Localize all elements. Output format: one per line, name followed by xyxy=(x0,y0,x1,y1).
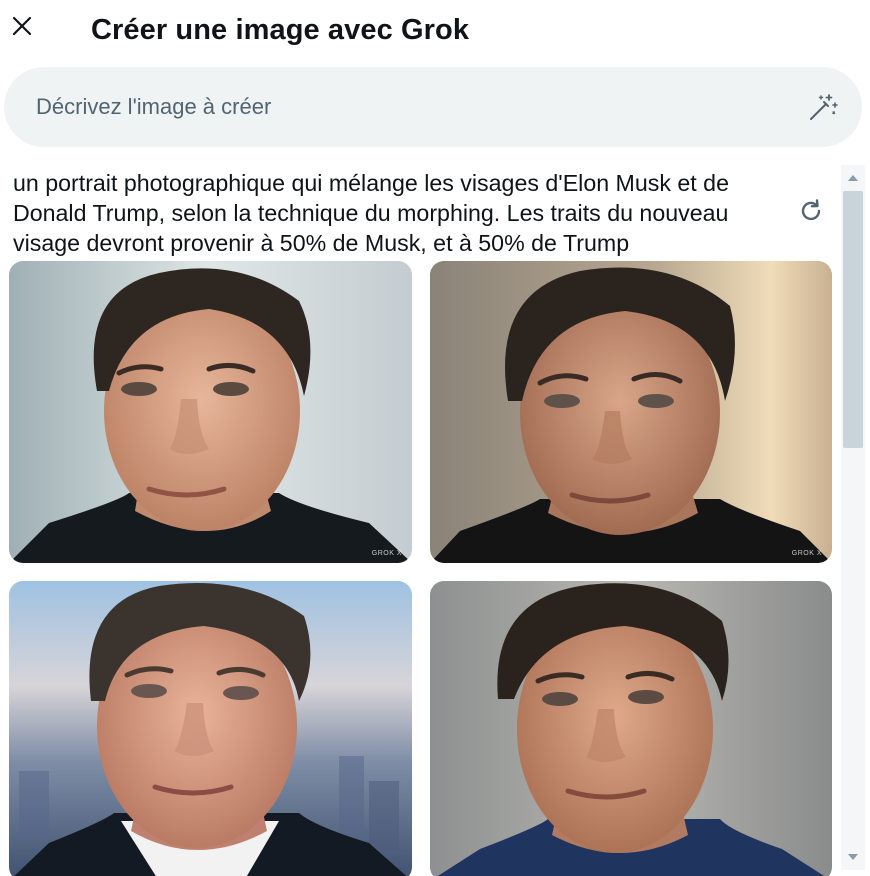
scrollbar-thumb[interactable] xyxy=(843,191,863,448)
prompt-text: un portrait photographique qui mélange l… xyxy=(13,170,729,256)
portrait-photo xyxy=(430,581,832,876)
portrait-photo xyxy=(9,581,412,876)
dialog-header: Créer une image avec Grok xyxy=(0,0,870,62)
scroll-down-arrow-icon[interactable] xyxy=(848,854,858,860)
magic-wand-icon xyxy=(810,94,838,120)
image-prompt-field xyxy=(4,67,862,147)
close-icon xyxy=(12,16,32,36)
scrollbar[interactable] xyxy=(841,165,865,870)
regenerate-button[interactable] xyxy=(794,194,828,228)
dialog-title: Créer une image avec Grok xyxy=(91,14,470,46)
generated-image-4[interactable] xyxy=(430,581,832,876)
image-prompt-input[interactable] xyxy=(4,67,784,147)
watermark: GROK X xyxy=(371,550,402,557)
watermark: GROK X xyxy=(791,550,822,557)
scroll-up-arrow-icon[interactable] xyxy=(848,175,858,181)
results-panel: un portrait photographique qui mélange l… xyxy=(0,160,840,876)
generated-image-2[interactable]: GROK X xyxy=(430,261,832,563)
generated-image-3[interactable] xyxy=(9,581,412,876)
generated-image-1[interactable]: GROK X xyxy=(9,261,412,563)
portrait-photo xyxy=(9,261,412,563)
portrait-photo xyxy=(430,261,832,563)
close-button[interactable] xyxy=(8,12,36,40)
refresh-icon xyxy=(801,199,821,221)
magic-wand-button[interactable] xyxy=(806,92,840,122)
